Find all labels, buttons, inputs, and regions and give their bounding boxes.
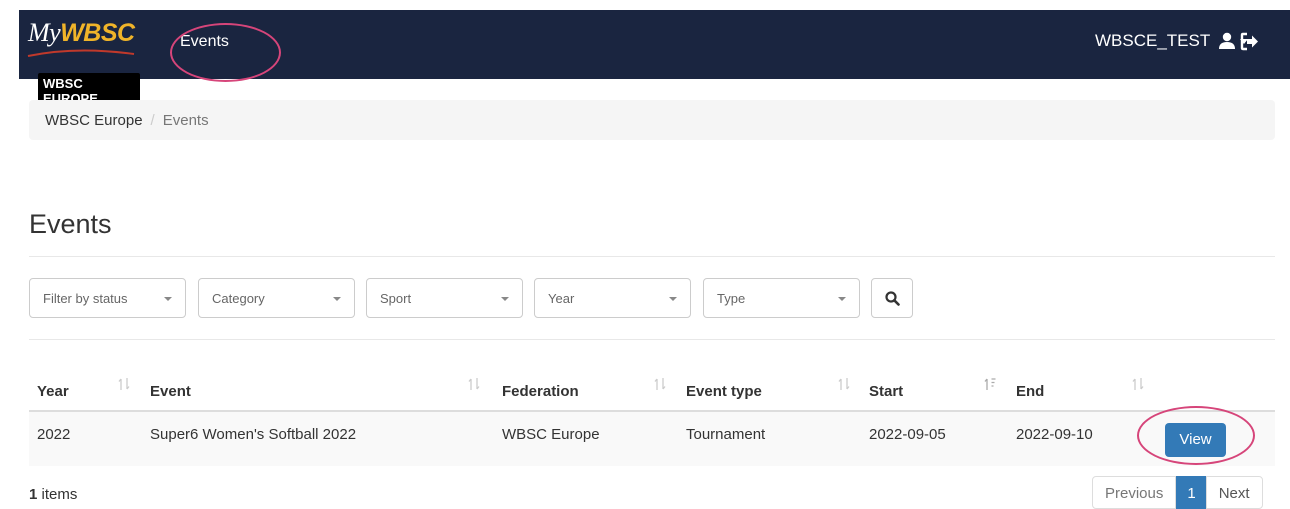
chevron-down-icon xyxy=(164,297,172,301)
pagination-page-1[interactable]: 1 xyxy=(1176,476,1207,509)
logo-swoosh-icon xyxy=(27,49,135,57)
items-count-label: items xyxy=(37,486,78,503)
items-count: 1 items xyxy=(29,486,77,503)
filter-category-select[interactable]: Category xyxy=(198,278,355,318)
events-annotation-circle xyxy=(170,23,281,82)
chevron-down-icon xyxy=(838,297,846,301)
chevron-down-icon xyxy=(501,297,509,301)
column-header-event[interactable]: Event xyxy=(150,383,191,400)
divider xyxy=(29,256,1275,257)
column-header-year[interactable]: Year xyxy=(37,383,69,400)
view-button[interactable]: View xyxy=(1165,423,1226,457)
logo-wbsc-text: WBSC xyxy=(60,19,135,47)
breadcrumb-home-link[interactable]: WBSC Europe xyxy=(45,112,143,129)
sort-icon[interactable] xyxy=(468,377,480,391)
nav-events-link[interactable]: Events xyxy=(180,33,229,51)
pagination-previous[interactable]: Previous xyxy=(1092,476,1177,509)
filter-year-select[interactable]: Year xyxy=(534,278,691,318)
filter-category-label: Category xyxy=(212,291,265,306)
filter-year-label: Year xyxy=(548,291,575,306)
user-icon xyxy=(1219,32,1236,49)
breadcrumb-separator: / xyxy=(150,112,155,129)
column-header-end[interactable]: End xyxy=(1016,383,1044,400)
filter-sport-select[interactable]: Sport xyxy=(366,278,523,318)
filter-type-label: Type xyxy=(717,291,746,306)
filter-status-label: Filter by status xyxy=(43,291,128,306)
top-strip xyxy=(0,0,1290,10)
cell-event-type: Tournament xyxy=(686,426,766,443)
filter-type-select[interactable]: Type xyxy=(703,278,860,318)
logout-icon[interactable] xyxy=(1240,32,1259,51)
navbar: MyWBSC WBSC EUROPE Events WBSCE_TEST xyxy=(19,10,1290,109)
cell-year: 2022 xyxy=(37,426,71,443)
breadcrumb: WBSC Europe / Events xyxy=(29,100,1275,140)
search-icon xyxy=(885,291,900,306)
sort-icon[interactable] xyxy=(118,377,130,391)
pagination-next[interactable]: Next xyxy=(1205,476,1263,509)
chevron-down-icon xyxy=(669,297,677,301)
logo-wordmark: MyWBSC xyxy=(28,18,135,48)
pagination: Previous 1 Next xyxy=(1092,476,1263,509)
username-label: WBSCE_TEST xyxy=(1095,31,1211,50)
search-button[interactable] xyxy=(871,278,913,318)
cell-event: Super6 Women's Softball 2022 xyxy=(150,426,357,443)
cell-start: 2022-09-05 xyxy=(869,426,946,443)
cell-federation: WBSC Europe xyxy=(502,426,600,443)
logo-my-text: My xyxy=(28,18,61,47)
column-header-start[interactable]: Start xyxy=(869,383,903,400)
page-title: Events xyxy=(29,209,112,239)
chevron-down-icon xyxy=(333,297,341,301)
column-header-federation[interactable]: Federation xyxy=(502,383,579,400)
divider xyxy=(29,339,1275,340)
sort-icon[interactable] xyxy=(838,377,850,391)
user-menu[interactable]: WBSCE_TEST xyxy=(1095,31,1249,51)
sort-icon[interactable] xyxy=(654,377,666,391)
cell-end: 2022-09-10 xyxy=(1016,426,1093,443)
column-header-event-type[interactable]: Event type xyxy=(686,383,762,400)
filter-sport-label: Sport xyxy=(380,291,412,306)
mywbsc-logo[interactable]: MyWBSC WBSC EUROPE xyxy=(27,18,140,109)
sort-desc-icon[interactable] xyxy=(984,377,996,391)
breadcrumb-current: Events xyxy=(162,112,209,129)
filter-status-select[interactable]: Filter by status xyxy=(29,278,186,318)
sort-icon[interactable] xyxy=(1132,377,1144,391)
